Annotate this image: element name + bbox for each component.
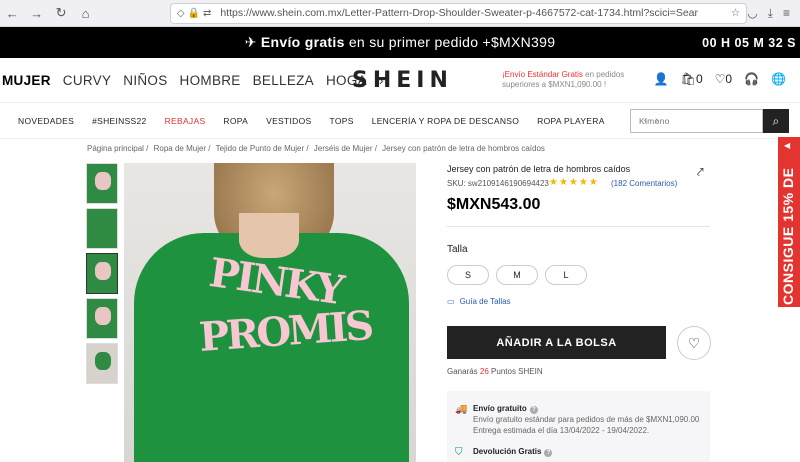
wishlist-count: 0 bbox=[725, 72, 733, 86]
size-option-l[interactable]: L bbox=[545, 265, 587, 285]
subnav-ropa[interactable]: ROPA bbox=[214, 116, 257, 126]
thumbnail-selected[interactable] bbox=[86, 253, 118, 294]
breadcrumb-current: Jersey con patrón de letra de hombros ca… bbox=[382, 144, 545, 153]
size-option-m[interactable]: M bbox=[496, 265, 538, 285]
thumbnail[interactable] bbox=[86, 163, 118, 204]
subnav-lenceria[interactable]: LENCERÍA Y ROPA DE DESCANSO bbox=[363, 116, 528, 126]
size-label: Talla bbox=[447, 244, 468, 255]
home-icon[interactable]: ⌂ bbox=[73, 6, 97, 21]
nav-mujer[interactable]: MUJER bbox=[0, 73, 57, 88]
subnav-vestidos[interactable]: VESTIDOS bbox=[257, 116, 320, 126]
security-icons: ◇🔒⇄ bbox=[176, 7, 215, 19]
help-icon[interactable]: ? bbox=[529, 406, 538, 414]
nav-ninos[interactable]: NIÑOS bbox=[117, 73, 173, 88]
breadcrumb: Página principal / Ropa de Mujer / Tejid… bbox=[87, 144, 548, 153]
main-nav: MUJER CURVY NIÑOS HOMBRE BELLEZA HOGA › … bbox=[0, 58, 800, 103]
delivery-estimate: Entrega estimada el día 13/04/2022 - 19/… bbox=[473, 426, 650, 435]
cart-icon[interactable]: 🛍0 bbox=[681, 72, 703, 86]
thumbnail-list bbox=[86, 163, 118, 388]
wishlist-button[interactable]: ♡ bbox=[677, 326, 711, 360]
arrow-left-icon: ◀ bbox=[784, 141, 791, 150]
free-shipping-title: Envío gratuito bbox=[473, 404, 527, 413]
product-price: $MXN543.00 bbox=[447, 196, 541, 213]
breadcrumb-item[interactable]: Ropa de Mujer / bbox=[154, 144, 211, 153]
subnav-rebajas[interactable]: REBAJAS bbox=[156, 116, 215, 126]
browser-toolbar: ← → ↻ ⌂ ◇🔒⇄ https://www.shein.com.mx/Let… bbox=[0, 0, 800, 27]
menu-icon[interactable]: ≡ bbox=[783, 6, 790, 21]
promo-highlight: Envío gratis bbox=[260, 34, 345, 50]
plane-icon: ✈ bbox=[244, 34, 257, 50]
ruler-icon: ▭ bbox=[447, 297, 455, 306]
nav-belleza[interactable]: BELLEZA bbox=[247, 73, 320, 88]
points-suffix: Puntos SHEIN bbox=[488, 367, 543, 376]
reload-icon[interactable]: ↻ bbox=[49, 5, 73, 21]
support-icon[interactable]: 🎧 bbox=[744, 72, 759, 86]
truck-icon: 🚚 bbox=[455, 404, 468, 415]
search-icon: ⌕ bbox=[772, 113, 780, 128]
product-sku: SKU: sw2109146190694423 bbox=[447, 179, 549, 188]
subnav-sheinss22[interactable]: #SHEINSS22 bbox=[83, 116, 156, 126]
points-prefix: Ganarás bbox=[447, 367, 480, 376]
promo-banner[interactable]: ✈ Envío gratis en su primer pedido +$MXN… bbox=[0, 27, 800, 58]
subnav-novedades[interactable]: NOVEDADES bbox=[0, 116, 83, 126]
promo-timer: 00 H 05 M 32 S bbox=[702, 35, 796, 50]
url-bar[interactable]: ◇🔒⇄ https://www.shein.com.mx/Letter-Patt… bbox=[169, 2, 748, 24]
forward-icon[interactable]: → bbox=[24, 6, 48, 21]
bookmark-star-icon[interactable]: ☆ bbox=[731, 7, 740, 19]
user-icon[interactable]: 👤 bbox=[654, 72, 669, 86]
thumbnail[interactable] bbox=[86, 343, 118, 384]
cart-count: 0 bbox=[695, 72, 703, 86]
heart-icon: ♡ bbox=[687, 334, 701, 351]
back-icon[interactable]: ← bbox=[0, 6, 24, 21]
subnav-ropa-playera[interactable]: ROPA PLAYERA bbox=[528, 116, 614, 126]
shein-logo[interactable]: SHEIN bbox=[352, 68, 453, 93]
size-guide-label: Guía de Tallas bbox=[459, 297, 511, 306]
help-icon[interactable]: ? bbox=[544, 449, 553, 457]
shipping-note: ¡Envío Estándar Gratis en pedidos superi… bbox=[502, 70, 632, 90]
size-guide-link[interactable]: ▭ Guía de Tallas bbox=[447, 297, 511, 306]
nav-curvy[interactable]: CURVY bbox=[57, 73, 118, 88]
product-image[interactable]: PINKY PROMIS bbox=[124, 163, 416, 462]
divider bbox=[447, 226, 710, 227]
breadcrumb-item[interactable]: Tejido de Punto de Mujer / bbox=[216, 144, 309, 153]
product-title: Jersey con patrón de letra de hombros ca… bbox=[447, 164, 631, 174]
rating-stars-icon: ★★★★★ bbox=[549, 177, 599, 188]
shipping-info-box: 🚚 Envío gratuito? Envío gratuito estánda… bbox=[447, 391, 710, 462]
share-icon[interactable]: ⤤ bbox=[697, 165, 704, 180]
points-value: 26 bbox=[479, 367, 489, 376]
free-shipping-desc: Envío gratuito estándar para pedidos de … bbox=[473, 415, 700, 424]
breadcrumb-item[interactable]: Página principal / bbox=[87, 144, 148, 153]
search-button[interactable]: ⌕ bbox=[763, 109, 789, 133]
free-return-title: Devolución Gratis bbox=[473, 447, 542, 456]
globe-icon[interactable]: 🌐 bbox=[771, 72, 786, 86]
subnav-tops[interactable]: TOPS bbox=[320, 116, 362, 126]
download-icon[interactable]: ⤓ bbox=[768, 6, 773, 21]
pocket-icon[interactable]: ◡ bbox=[747, 6, 757, 21]
search-input[interactable]: Kimono bbox=[630, 109, 763, 133]
thumbnail[interactable] bbox=[86, 208, 118, 249]
sub-nav: NOVEDADES #SHEINSS22 REBAJAS ROPA VESTID… bbox=[0, 103, 800, 139]
url-text: https://www.shein.com.mx/Letter-Pattern-… bbox=[220, 7, 699, 19]
points-text: Ganarás 26 Puntos SHEIN bbox=[447, 367, 543, 376]
size-option-s[interactable]: S bbox=[447, 265, 489, 285]
reviews-link[interactable]: (182 Comentarios) bbox=[611, 179, 677, 188]
shipping-note-highlight: ¡Envío Estándar Gratis bbox=[502, 70, 583, 79]
size-options: S M L bbox=[447, 265, 587, 285]
wishlist-icon[interactable]: ♡0 bbox=[715, 72, 732, 86]
shield-icon: ⛉ bbox=[455, 447, 463, 458]
nav-hombre[interactable]: HOMBRE bbox=[174, 73, 247, 88]
discount-side-banner[interactable]: ◀ CONSIGUE 15% DE bbox=[778, 137, 800, 307]
add-to-bag-button[interactable]: AÑADIR A LA BOLSA bbox=[447, 326, 666, 359]
promo-text: en su primer pedido +$MXN399 bbox=[344, 34, 556, 50]
thumbnail[interactable] bbox=[86, 298, 118, 339]
discount-banner-text: CONSIGUE 15% DE bbox=[780, 167, 796, 305]
breadcrumb-item[interactable]: Jerséis de Mujer / bbox=[314, 144, 377, 153]
